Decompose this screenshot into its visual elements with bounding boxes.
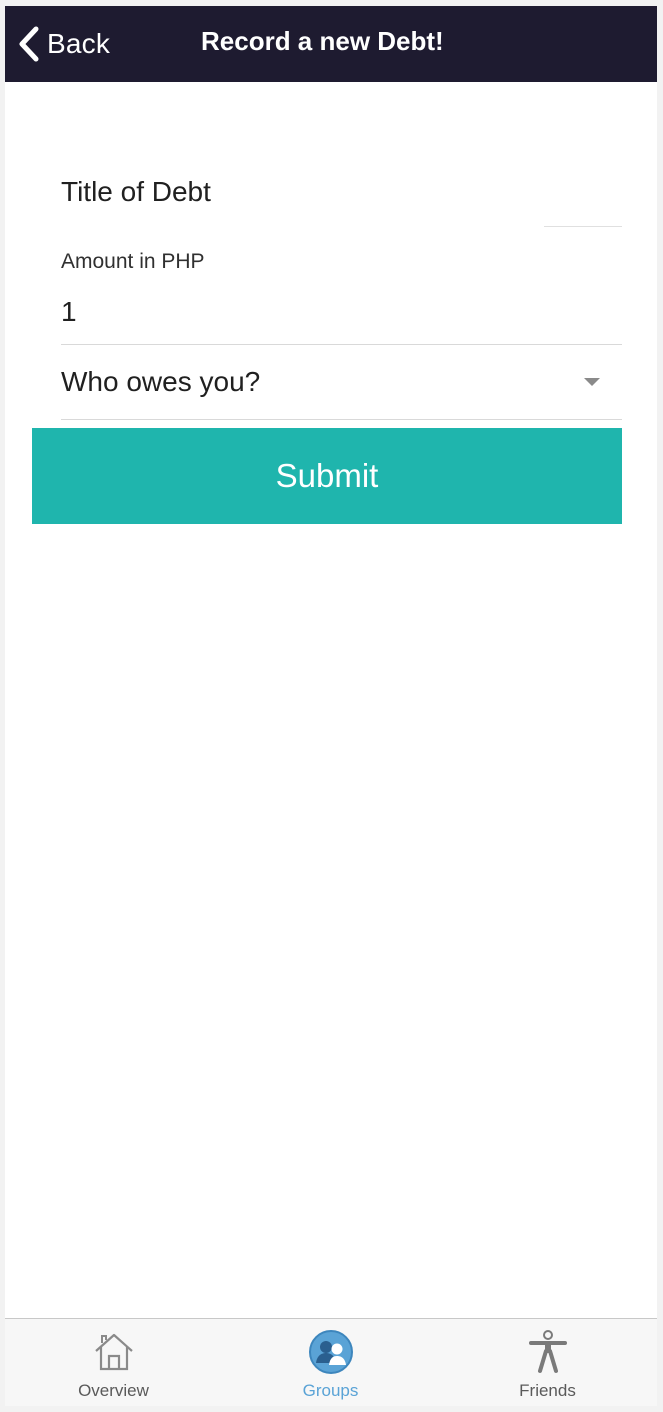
title-of-debt-field[interactable]: Title of Debt	[61, 176, 211, 208]
title-field-underline	[544, 226, 622, 227]
back-button[interactable]: Back	[17, 24, 110, 64]
person-icon	[528, 1330, 567, 1373]
app-screen: Back Record a new Debt! Title of Debt Am…	[5, 6, 657, 1406]
tab-groups[interactable]: Groups	[222, 1319, 439, 1406]
who-owes-you-select[interactable]: Who owes you?	[61, 346, 622, 420]
tab-friends[interactable]: Friends	[439, 1319, 656, 1406]
groups-icon	[308, 1330, 353, 1374]
amount-input[interactable]: 1	[61, 296, 77, 328]
submit-button[interactable]: Submit	[32, 428, 622, 524]
tab-overview-label: Overview	[78, 1381, 149, 1400]
page-title: Record a new Debt!	[201, 26, 444, 56]
bottom-tab-bar: Overview Groups Friends	[5, 1318, 657, 1406]
tab-groups-label: Groups	[302, 1381, 359, 1400]
amount-label: Amount in PHP	[61, 250, 205, 273]
back-label: Back	[47, 28, 111, 59]
who-owes-you-label: Who owes you?	[61, 366, 261, 397]
dropdown-arrow-icon	[584, 378, 600, 386]
tab-friends-label: Friends	[519, 1381, 576, 1400]
amount-field-underline	[61, 344, 622, 345]
top-nav-bar: Back Record a new Debt!	[5, 6, 657, 82]
tab-overview[interactable]: Overview	[5, 1319, 222, 1406]
chevron-left-icon	[19, 26, 39, 62]
home-icon	[94, 1333, 133, 1371]
